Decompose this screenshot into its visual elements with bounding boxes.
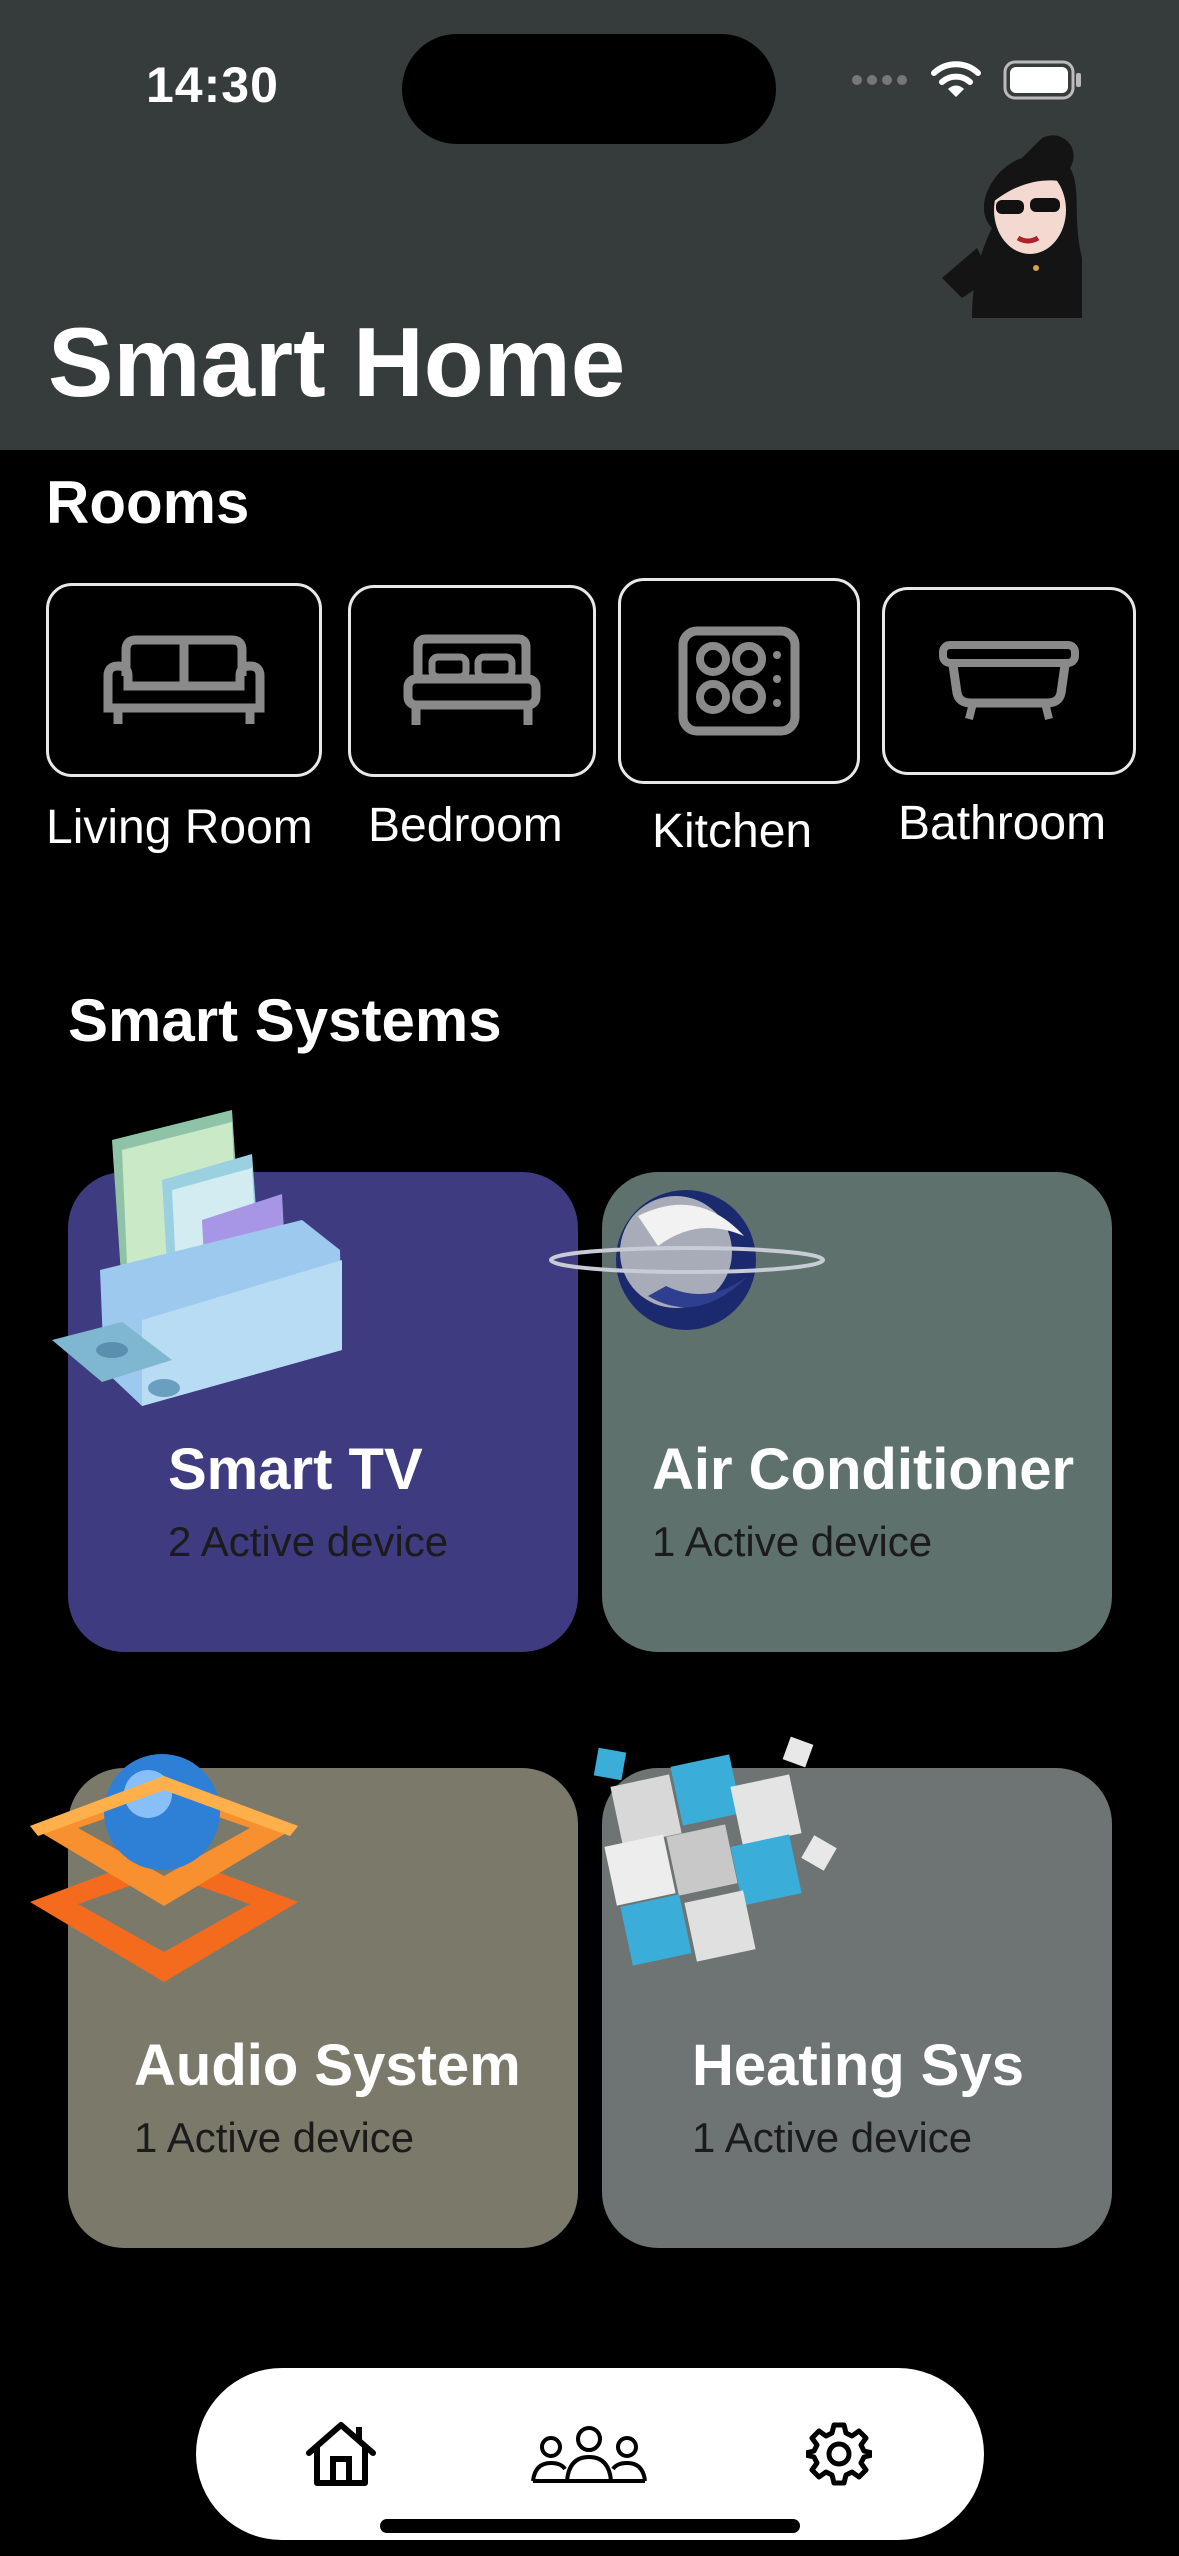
rooms-title: Rooms [46,469,250,536]
card-title: Audio System [134,2033,521,2098]
people-icon [531,2426,647,2483]
planet-ring-icon [549,1190,825,1330]
wifi-icon [931,61,981,97]
header: 14:30 Smart Home [0,0,1179,450]
card-status: 1 Active device [652,1518,933,1565]
room-label: Bathroom [898,797,1107,850]
smart-systems-title: Smart Systems [68,987,502,1054]
sofa-icon [103,635,265,724]
tab-people[interactable] [514,2368,664,2540]
card-title: Heating Sys [692,2033,1024,2098]
stove-icon [678,626,800,736]
tab-bar [196,2368,984,2540]
card-status: 1 Active device [134,2114,415,2161]
room-label: Living Room [46,801,313,854]
stacked-frames-icon [30,1754,298,1982]
avatar-icon[interactable] [932,128,1092,328]
room-tile[interactable] [46,583,322,777]
card-status: 1 Active device [692,2114,973,2161]
tab-home[interactable] [266,2368,416,2540]
bathtub-icon [939,641,1079,720]
room-tile[interactable] [882,587,1136,775]
gear-icon [806,2422,872,2486]
room-label: Kitchen [652,805,813,858]
tab-settings[interactable] [764,2368,914,2540]
page-title: Smart Home [48,307,626,417]
room-tile[interactable] [348,585,596,777]
bed-icon [403,634,541,725]
card-status: 2 Active device [168,1518,449,1565]
status-icons [851,60,1083,100]
books-box-icon [52,1110,342,1406]
home-indicator [380,2519,800,2533]
status-time: 14:30 [146,57,279,113]
card-title: Smart TV [168,1437,423,1502]
battery-icon [1003,60,1081,100]
card-title: Air Conditioner [652,1437,1075,1502]
home-icon [306,2422,376,2486]
room-label: Bedroom [368,799,563,852]
signal-icon [852,75,907,85]
room-tile[interactable] [618,578,860,784]
dynamic-island [402,34,776,144]
cube-blocks-icon [593,1736,837,1966]
